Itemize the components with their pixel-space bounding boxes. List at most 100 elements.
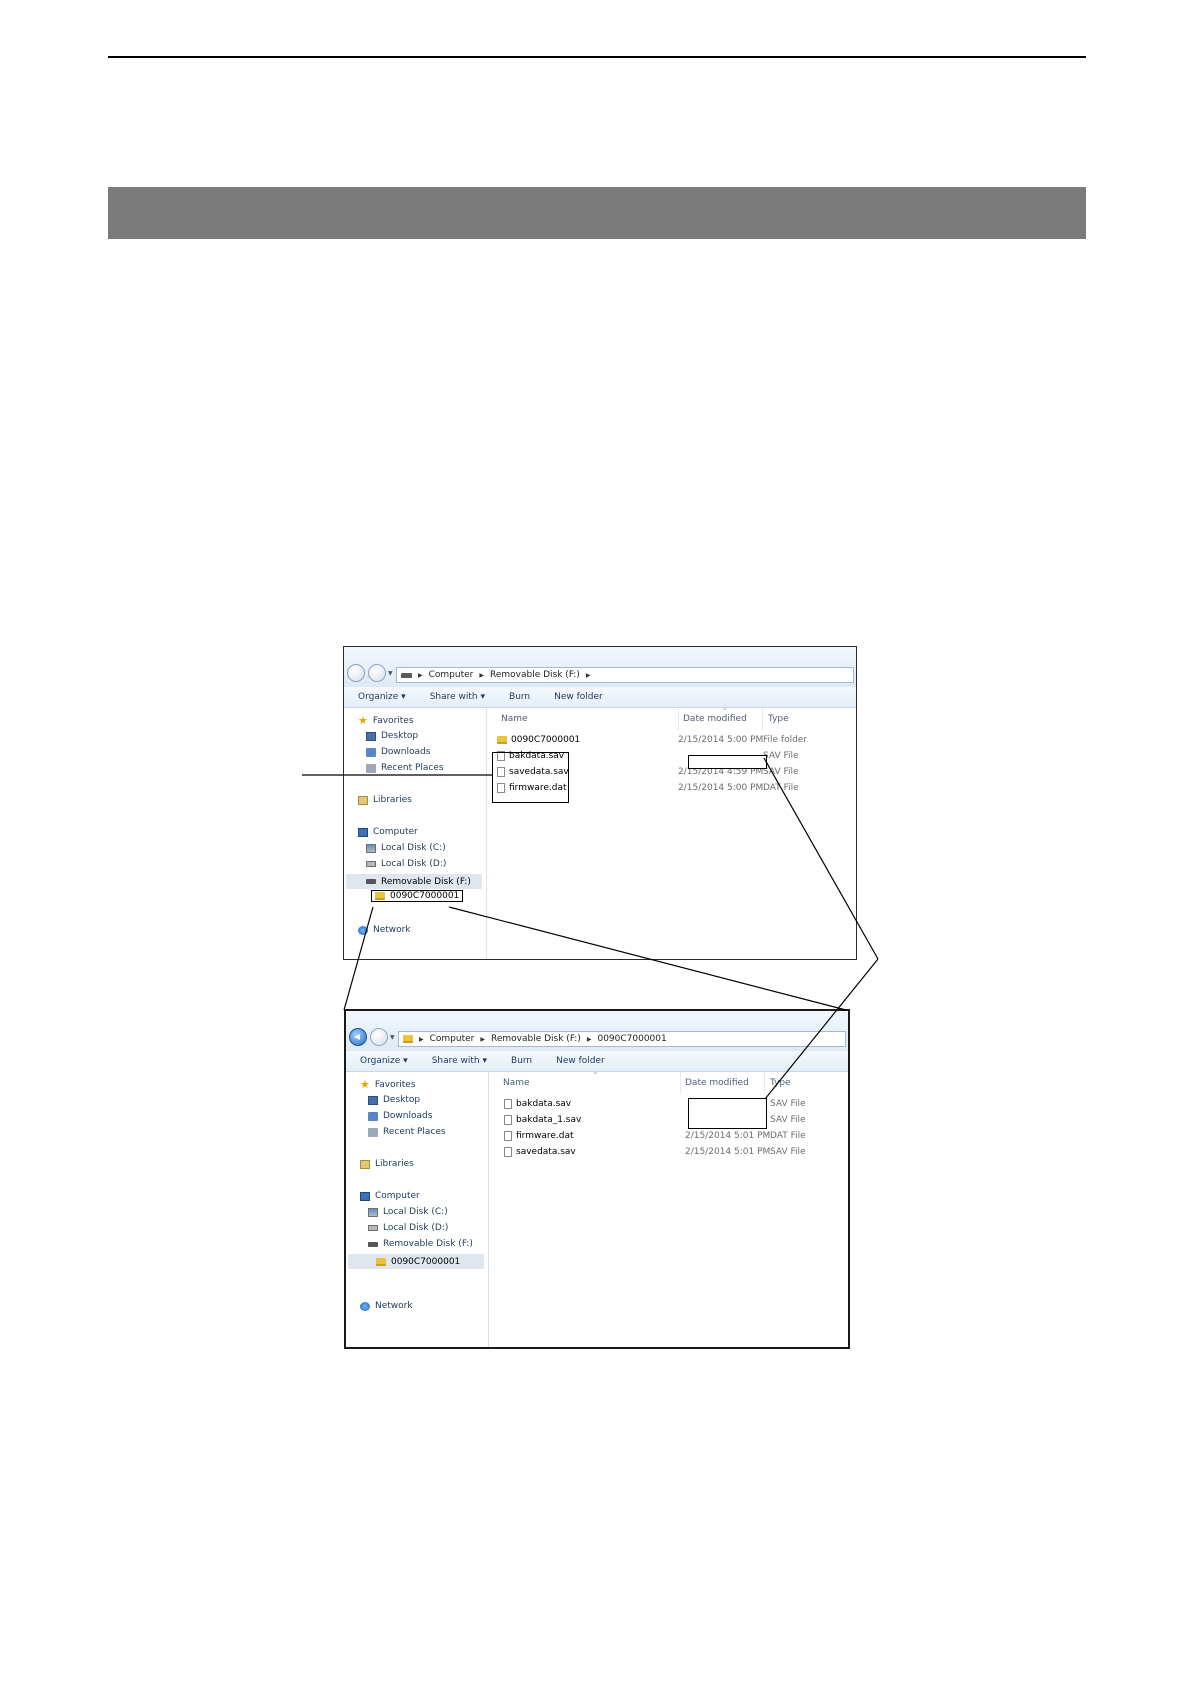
file-icon — [504, 1099, 512, 1109]
nav-local-disk-d[interactable]: Local Disk (D:) — [368, 1223, 448, 1233]
address-bar[interactable]: ▶ Computer ▶ Removable Disk (F:) ▶ 0090C… — [398, 1031, 846, 1047]
back-button[interactable] — [347, 664, 365, 682]
new-folder-button[interactable]: New folder — [554, 692, 603, 702]
column-header-name[interactable]: Name — [501, 714, 528, 724]
column-header-type[interactable]: Type — [770, 1078, 791, 1088]
nav-label: Local Disk (D:) — [383, 1223, 449, 1233]
nav-local-disk-c[interactable]: Local Disk (C:) — [368, 1207, 448, 1217]
burn-button[interactable]: Burn — [511, 1056, 532, 1066]
column-header-type[interactable]: Type — [768, 714, 789, 724]
file-icon — [504, 1115, 512, 1125]
libraries-icon — [360, 1159, 370, 1169]
file-name-cell: 0090C7000001 — [497, 735, 580, 745]
file-row[interactable]: bakdata_1.sav SAV File — [489, 1113, 848, 1129]
breadcrumb-removable-disk[interactable]: Removable Disk (F:) — [490, 670, 580, 680]
network-icon — [360, 1301, 370, 1311]
nav-folder-0090c7000001[interactable]: 0090C7000001 — [348, 1254, 484, 1269]
file-icon — [504, 1131, 512, 1141]
nav-label: Downloads — [383, 1111, 433, 1121]
nav-label: Libraries — [373, 795, 412, 805]
header-rule — [108, 56, 1086, 58]
breadcrumb-computer[interactable]: Computer — [430, 1034, 475, 1044]
column-divider[interactable] — [678, 708, 679, 730]
file-row[interactable]: bakdata.sav SAV File — [489, 1097, 848, 1113]
breadcrumb-folder[interactable]: 0090C7000001 — [597, 1034, 666, 1044]
organize-menu[interactable]: Organize ▾ — [360, 1056, 408, 1066]
file-list: Name ^ Date modified Type bakdata.sav SA… — [489, 1072, 848, 1347]
nav-local-disk-d[interactable]: Local Disk (D:) — [366, 859, 446, 869]
nav-recent-places[interactable]: Recent Places — [368, 1127, 446, 1137]
libraries-icon — [358, 795, 368, 805]
file-type: DAT File — [770, 1131, 806, 1141]
nav-desktop[interactable]: Desktop — [366, 731, 418, 741]
forward-button[interactable] — [368, 664, 386, 682]
new-folder-button[interactable]: New folder — [556, 1056, 605, 1066]
breadcrumb-separator-icon[interactable]: ▶ — [480, 1036, 485, 1043]
nav-local-disk-c[interactable]: Local Disk (C:) — [366, 843, 446, 853]
nav-network[interactable]: Network — [360, 1301, 413, 1311]
file-row[interactable]: firmware.dat 2/15/2014 5:01 PM DAT File — [489, 1129, 848, 1145]
file-row[interactable]: 0090C7000001 2/15/2014 5:00 PM File fold… — [487, 733, 856, 749]
address-bar[interactable]: ▶ Computer ▶ Removable Disk (F:) ▶ — [396, 667, 854, 683]
nav-libraries[interactable]: Libraries — [358, 795, 412, 805]
nav-label: Local Disk (D:) — [381, 859, 447, 869]
column-divider[interactable] — [764, 1072, 765, 1094]
nav-label: Desktop — [383, 1095, 421, 1105]
breadcrumb-separator-icon[interactable]: ▶ — [479, 672, 484, 679]
history-dropdown-icon[interactable]: ▼ — [390, 1034, 395, 1041]
system-disk-icon — [368, 1207, 378, 1217]
section-heading-bar — [108, 187, 1086, 239]
column-divider[interactable] — [762, 708, 763, 730]
share-with-menu[interactable]: Share with ▾ — [432, 1056, 487, 1066]
file-list: Name ^ Date modified Type 0090C7000001 2… — [487, 708, 856, 959]
organize-menu[interactable]: Organize ▾ — [358, 692, 406, 702]
nav-recent-places[interactable]: Recent Places — [366, 763, 444, 773]
forward-button[interactable] — [370, 1028, 388, 1046]
nav-favorites[interactable]: ★ Favorites — [358, 715, 414, 726]
back-button[interactable] — [349, 1028, 367, 1046]
nav-desktop[interactable]: Desktop — [368, 1095, 420, 1105]
column-header-date-modified[interactable]: Date modified — [685, 1078, 749, 1088]
nav-libraries[interactable]: Libraries — [360, 1159, 414, 1169]
share-with-menu[interactable]: Share with ▾ — [430, 692, 485, 702]
computer-icon — [358, 827, 368, 837]
navigation-pane: ★ Favorites Desktop Downloads Recent Plac… — [344, 708, 487, 959]
breadcrumb-separator-icon[interactable]: ▶ — [586, 672, 591, 679]
removable-drive-icon — [368, 1241, 378, 1247]
nav-removable-disk-f[interactable]: Removable Disk (F:) — [346, 874, 482, 889]
column-header-date-modified[interactable]: Date modified — [683, 714, 747, 724]
breadcrumb-removable-disk[interactable]: Removable Disk (F:) — [491, 1034, 581, 1044]
breadcrumb-separator-icon[interactable]: ▶ — [419, 1036, 424, 1043]
recent-places-icon — [368, 1127, 378, 1137]
nav-computer[interactable]: Computer — [360, 1191, 420, 1201]
removable-drive-icon — [366, 879, 376, 884]
nav-network[interactable]: Network — [358, 925, 411, 935]
nav-label: Libraries — [375, 1159, 414, 1169]
downloads-icon — [366, 747, 376, 757]
nav-label: Desktop — [381, 731, 419, 741]
nav-folder-0090c7000001[interactable]: 0090C7000001 — [370, 890, 464, 902]
burn-button[interactable]: Burn — [509, 692, 530, 702]
column-header-name[interactable]: Name — [503, 1078, 530, 1088]
breadcrumb-separator-icon[interactable]: ▶ — [587, 1036, 592, 1043]
breadcrumb-separator-icon[interactable]: ▶ — [418, 672, 423, 679]
file-type: SAV File — [770, 1147, 806, 1157]
file-row[interactable]: savedata.sav 2/15/2014 5:01 PM SAV File — [489, 1145, 848, 1161]
nav-favorites[interactable]: ★ Favorites — [360, 1079, 416, 1090]
folder-icon — [403, 1035, 413, 1043]
sort-indicator-icon: ^ — [593, 1072, 599, 1079]
nav-downloads[interactable]: Downloads — [366, 747, 430, 757]
network-icon — [358, 925, 368, 935]
history-dropdown-icon[interactable]: ▼ — [388, 670, 393, 677]
nav-downloads[interactable]: Downloads — [368, 1111, 432, 1121]
file-name: bakdata_1.sav — [516, 1115, 582, 1125]
address-area: ▼ ▶ Computer ▶ Removable Disk (F:) ▶ 009… — [346, 1011, 848, 1051]
file-type: SAV File — [770, 1099, 806, 1109]
nav-removable-disk-f[interactable]: Removable Disk (F:) — [368, 1239, 473, 1249]
column-divider[interactable] — [680, 1072, 681, 1094]
nav-computer[interactable]: Computer — [358, 827, 418, 837]
breadcrumb-computer[interactable]: Computer — [429, 670, 474, 680]
file-date: 2/15/2014 5:00 PM — [678, 783, 764, 793]
nav-label: Removable Disk (F:) — [381, 876, 471, 887]
nav-label: Computer — [375, 1191, 420, 1201]
